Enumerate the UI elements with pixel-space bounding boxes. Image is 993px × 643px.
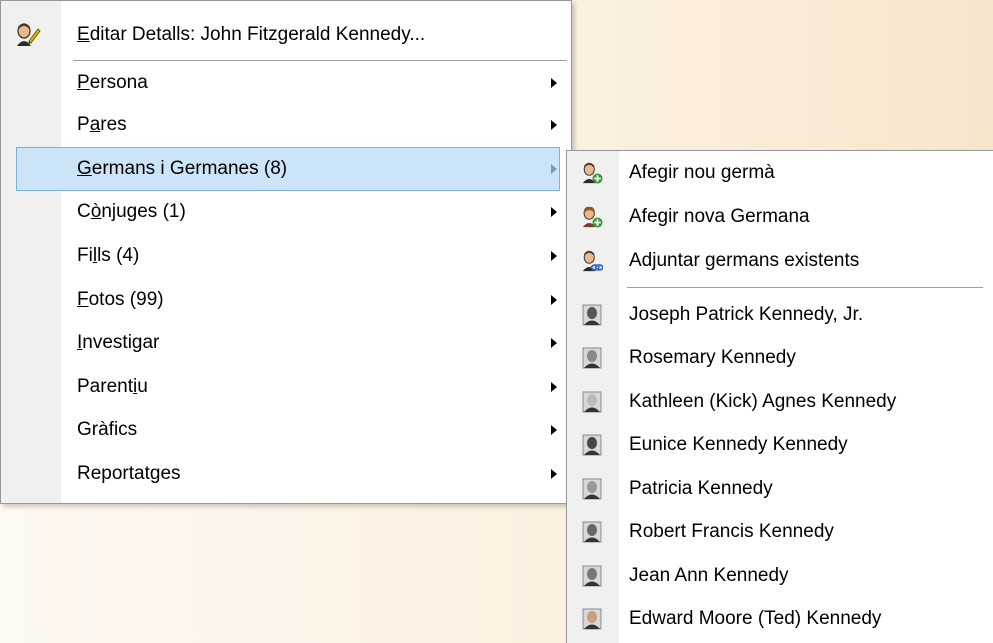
menu-item-8[interactable]: Parentiu xyxy=(1,366,571,408)
menu-item-sibling[interactable]: Jean Ann Kennedy xyxy=(567,554,993,597)
menu-item-label: Robert Francis Kennedy xyxy=(629,521,834,542)
menu-item-label: Germans i Germanes (8) xyxy=(77,158,288,179)
menu-separator xyxy=(627,287,983,289)
portrait-icon xyxy=(582,521,602,543)
menu-item-1[interactable]: Persona xyxy=(1,62,571,104)
submenu-arrow-icon xyxy=(551,338,557,348)
menu-item-3[interactable]: Germans i Germanes (8) xyxy=(16,147,560,191)
portrait-icon xyxy=(582,608,602,630)
menu-item-label: Jean Ann Kennedy xyxy=(629,564,789,586)
add-sister-icon xyxy=(582,206,603,228)
menu-item-label: Editar Detalls: John Fitzgerald Kennedy.… xyxy=(77,24,426,45)
menu-item-label: Afegir nou germà xyxy=(629,162,775,183)
menu-item-label: Kathleen (Kick) Agnes Kennedy xyxy=(629,390,897,412)
submenu-arrow-icon xyxy=(551,382,557,392)
menu-item-label: Rosemary Kennedy xyxy=(629,347,796,368)
menu-item-sibling[interactable]: Edward Moore (Ted) Kennedy xyxy=(567,598,993,641)
submenu-arrow-icon xyxy=(551,164,557,174)
menu-item-label: Investigar xyxy=(77,332,160,353)
person-pencil-icon xyxy=(17,23,41,46)
menu-item-sibling[interactable]: Robert Francis Kennedy xyxy=(567,511,993,554)
attach-siblings-icon xyxy=(582,250,603,272)
menu-item-edit-details[interactable]: Editar Detalls: John Fitzgerald Kennedy.… xyxy=(1,15,571,55)
menu-item-attach-siblings[interactable]: Adjuntar germans existents xyxy=(567,239,993,283)
submenu-arrow-icon xyxy=(551,120,557,130)
menu-item-2[interactable]: Pares xyxy=(1,104,571,146)
menu-item-sibling[interactable]: Kathleen (Kick) Agnes Kennedy xyxy=(567,380,993,423)
menu-item-5[interactable]: Fills (4) xyxy=(1,235,571,277)
menu-item-label: Persona xyxy=(77,72,148,93)
menu-item-label: Parentiu xyxy=(77,376,148,397)
menu-item-sibling[interactable]: Rosemary Kennedy xyxy=(567,337,993,380)
menu-item-label: Adjuntar germans existents xyxy=(629,250,860,271)
menu-item-sibling[interactable]: Patricia Kennedy xyxy=(567,467,993,510)
context-menu: Editar Detalls: John Fitzgerald Kennedy.… xyxy=(0,0,572,504)
submenu-arrow-icon xyxy=(551,425,557,435)
portrait-icon xyxy=(582,391,602,412)
menu-item-6[interactable]: Fotos (99) xyxy=(1,279,571,321)
portrait-icon xyxy=(582,478,602,499)
menu-item-label: Joseph Patrick Kennedy, Jr. xyxy=(629,303,864,325)
submenu-arrow-icon xyxy=(551,251,557,261)
menu-item-label: Afegir nova Germana xyxy=(629,206,810,227)
submenu-arrow-icon xyxy=(551,469,557,479)
menu-item-label: Patricia Kennedy xyxy=(629,477,773,499)
menu-item-label: Cònjuges (1) xyxy=(77,201,186,222)
menu-item-label: Gràfics xyxy=(77,419,138,440)
menu-item-label: Pares xyxy=(77,114,127,135)
menu-item-7[interactable]: Investigar xyxy=(1,322,571,364)
submenu-arrow-icon xyxy=(551,295,557,305)
menu-item-4[interactable]: Cònjuges (1) xyxy=(1,191,571,233)
portrait-icon xyxy=(582,434,602,456)
menu-item-label: Eunice Kennedy Kennedy xyxy=(629,434,848,455)
submenu-arrow-icon xyxy=(551,78,557,88)
menu-item-label: Fills (4) xyxy=(77,245,140,266)
menu-item-sibling[interactable]: Joseph Patrick Kennedy, Jr. xyxy=(567,293,993,336)
portrait-icon xyxy=(582,565,602,586)
menu-item-add-sister[interactable]: Afegir nova Germana xyxy=(567,195,993,239)
menu-item-label: Edward Moore (Ted) Kennedy xyxy=(629,608,882,629)
menu-item-9[interactable]: Gràfics xyxy=(1,409,571,451)
submenu-arrow-icon xyxy=(551,207,557,217)
menu-item-label: Fotos (99) xyxy=(77,289,164,310)
menu-item-10[interactable]: Reportatges xyxy=(1,453,571,495)
portrait-icon xyxy=(582,347,602,369)
add-brother-icon xyxy=(582,162,603,184)
siblings-submenu: Afegir nou germà Afegir nova Germana Adj… xyxy=(566,150,993,643)
menu-item-add-brother[interactable]: Afegir nou germà xyxy=(567,151,993,195)
menu-item-sibling[interactable]: Eunice Kennedy Kennedy xyxy=(567,424,993,467)
menu-item-label: Reportatges xyxy=(77,463,181,484)
portrait-icon xyxy=(582,304,602,325)
